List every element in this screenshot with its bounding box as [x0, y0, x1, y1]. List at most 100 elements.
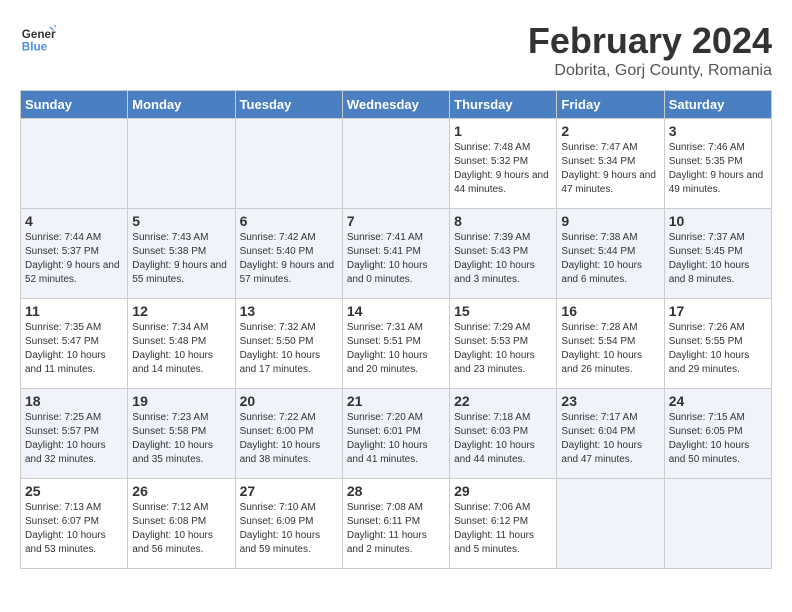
table-row: 16Sunrise: 7:28 AM Sunset: 5:54 PM Dayli…	[557, 299, 664, 389]
table-row: 6Sunrise: 7:42 AM Sunset: 5:40 PM Daylig…	[235, 209, 342, 299]
table-row: 12 Sunrise: 7:34 AM Sunset: 5:48 PM Dayli…	[128, 299, 235, 389]
day-number: 3	[669, 123, 767, 139]
day-info: Sunrise: 7:20 AM Sunset: 6:01 PM Dayligh…	[347, 411, 445, 467]
header: General Blue February 2024 Dobrita, Gorj…	[20, 20, 772, 80]
day-info: Sunrise: 7:22 AM Sunset: 6:00 PM Dayligh…	[240, 411, 338, 467]
col-monday: Monday	[128, 91, 235, 119]
table-row: 7 Sunrise: 7:41 AM Sunset: 5:41 PM Daylig…	[342, 209, 449, 299]
day-number: 8	[454, 213, 552, 229]
table-row: 4 Sunrise: 7:44 AM Sunset: 5:37 PM Daylig…	[21, 209, 128, 299]
day-info: Sunrise: 7:47 AM Sunset: 5:34 PM Dayligh…	[561, 141, 659, 197]
svg-text:Blue: Blue	[22, 41, 48, 54]
table-row: 1Sunrise: 7:48 AM Sunset: 5:32 PM Daylig…	[450, 119, 557, 209]
week-row-2: 4 Sunrise: 7:44 AM Sunset: 5:37 PM Daylig…	[21, 209, 772, 299]
col-friday: Friday	[557, 91, 664, 119]
week-row-5: 25 Sunrise: 7:13 AM Sunset: 6:07 PM Dayli…	[21, 479, 772, 569]
table-row: 11 Sunrise: 7:35 AM Sunset: 5:47 PM Dayli…	[21, 299, 128, 389]
day-number: 28	[347, 483, 445, 499]
table-row: 19 Sunrise: 7:23 AM Sunset: 5:58 PM Dayli…	[128, 389, 235, 479]
day-info: Sunrise: 7:06 AM Sunset: 6:12 PM Dayligh…	[454, 501, 552, 557]
table-row: 28 Sunrise: 7:08 AM Sunset: 6:11 PM Dayli…	[342, 479, 449, 569]
day-number: 15	[454, 303, 552, 319]
day-number: 24	[669, 393, 767, 409]
day-number: 14	[347, 303, 445, 319]
logo: General Blue	[20, 20, 56, 56]
logo-icon: General Blue	[20, 20, 56, 56]
day-number: 4	[25, 213, 123, 229]
col-saturday: Saturday	[664, 91, 771, 119]
table-row: 17 Sunrise: 7:26 AM Sunset: 5:55 PM Dayli…	[664, 299, 771, 389]
day-info: Sunrise: 7:10 AM Sunset: 6:09 PM Dayligh…	[240, 501, 338, 557]
day-info: Sunrise: 7:39 AM Sunset: 5:43 PM Dayligh…	[454, 231, 552, 287]
day-number: 1	[454, 123, 552, 139]
day-info: Sunrise: 7:18 AM Sunset: 6:03 PM Dayligh…	[454, 411, 552, 467]
day-info: Sunrise: 7:13 AM Sunset: 6:07 PM Dayligh…	[25, 501, 123, 557]
table-row	[557, 479, 664, 569]
table-row: 27 Sunrise: 7:10 AM Sunset: 6:09 PM Dayli…	[235, 479, 342, 569]
table-row: 5Sunrise: 7:43 AM Sunset: 5:38 PM Daylig…	[128, 209, 235, 299]
day-info: Sunrise: 7:29 AM Sunset: 5:53 PM Dayligh…	[454, 321, 552, 377]
day-info: Sunrise: 7:32 AM Sunset: 5:50 PM Dayligh…	[240, 321, 338, 377]
table-row	[128, 119, 235, 209]
day-number: 18	[25, 393, 123, 409]
day-info: Sunrise: 7:15 AM Sunset: 6:05 PM Dayligh…	[669, 411, 767, 467]
day-number: 7	[347, 213, 445, 229]
table-row	[21, 119, 128, 209]
table-row: 3Sunrise: 7:46 AM Sunset: 5:35 PM Daylig…	[664, 119, 771, 209]
day-info: Sunrise: 7:35 AM Sunset: 5:47 PM Dayligh…	[25, 321, 123, 377]
table-row: 23 Sunrise: 7:17 AM Sunset: 6:04 PM Dayli…	[557, 389, 664, 479]
col-sunday: Sunday	[21, 91, 128, 119]
week-row-4: 18Sunrise: 7:25 AM Sunset: 5:57 PM Dayli…	[21, 389, 772, 479]
day-number: 16	[561, 303, 659, 319]
calendar-table: Sunday Monday Tuesday Wednesday Thursday…	[20, 90, 772, 569]
table-row: 2 Sunrise: 7:47 AM Sunset: 5:34 PM Daylig…	[557, 119, 664, 209]
day-info: Sunrise: 7:38 AM Sunset: 5:44 PM Dayligh…	[561, 231, 659, 287]
col-thursday: Thursday	[450, 91, 557, 119]
title-area: February 2024 Dobrita, Gorj County, Roma…	[528, 20, 772, 80]
table-row: 24 Sunrise: 7:15 AM Sunset: 6:05 PM Dayli…	[664, 389, 771, 479]
day-number: 25	[25, 483, 123, 499]
day-info: Sunrise: 7:34 AM Sunset: 5:48 PM Dayligh…	[132, 321, 230, 377]
day-info: Sunrise: 7:17 AM Sunset: 6:04 PM Dayligh…	[561, 411, 659, 467]
table-row: 15 Sunrise: 7:29 AM Sunset: 5:53 PM Dayli…	[450, 299, 557, 389]
day-info: Sunrise: 7:12 AM Sunset: 6:08 PM Dayligh…	[132, 501, 230, 557]
table-row	[235, 119, 342, 209]
day-number: 12	[132, 303, 230, 319]
table-row: 8 Sunrise: 7:39 AM Sunset: 5:43 PM Daylig…	[450, 209, 557, 299]
day-info: Sunrise: 7:26 AM Sunset: 5:55 PM Dayligh…	[669, 321, 767, 377]
table-row: 22Sunrise: 7:18 AM Sunset: 6:03 PM Dayli…	[450, 389, 557, 479]
day-info: Sunrise: 7:08 AM Sunset: 6:11 PM Dayligh…	[347, 501, 445, 557]
table-row: 13 Sunrise: 7:32 AM Sunset: 5:50 PM Dayli…	[235, 299, 342, 389]
day-number: 29	[454, 483, 552, 499]
table-row	[342, 119, 449, 209]
day-info: Sunrise: 7:44 AM Sunset: 5:37 PM Dayligh…	[25, 231, 123, 287]
day-info: Sunrise: 7:41 AM Sunset: 5:41 PM Dayligh…	[347, 231, 445, 287]
day-info: Sunrise: 7:31 AM Sunset: 5:51 PM Dayligh…	[347, 321, 445, 377]
day-info: Sunrise: 7:23 AM Sunset: 5:58 PM Dayligh…	[132, 411, 230, 467]
table-row: 20 Sunrise: 7:22 AM Sunset: 6:00 PM Dayli…	[235, 389, 342, 479]
day-number: 19	[132, 393, 230, 409]
day-info: Sunrise: 7:37 AM Sunset: 5:45 PM Dayligh…	[669, 231, 767, 287]
week-row-3: 11 Sunrise: 7:35 AM Sunset: 5:47 PM Dayli…	[21, 299, 772, 389]
day-number: 27	[240, 483, 338, 499]
day-number: 2	[561, 123, 659, 139]
table-row: 10 Sunrise: 7:37 AM Sunset: 5:45 PM Dayli…	[664, 209, 771, 299]
col-tuesday: Tuesday	[235, 91, 342, 119]
day-number: 6	[240, 213, 338, 229]
day-number: 11	[25, 303, 123, 319]
calendar-subtitle: Dobrita, Gorj County, Romania	[528, 62, 772, 80]
day-number: 5	[132, 213, 230, 229]
day-number: 9	[561, 213, 659, 229]
day-number: 21	[347, 393, 445, 409]
table-row: 14 Sunrise: 7:31 AM Sunset: 5:51 PM Dayli…	[342, 299, 449, 389]
day-number: 13	[240, 303, 338, 319]
day-number: 17	[669, 303, 767, 319]
day-number: 10	[669, 213, 767, 229]
col-wednesday: Wednesday	[342, 91, 449, 119]
table-row: 26Sunrise: 7:12 AM Sunset: 6:08 PM Dayli…	[128, 479, 235, 569]
table-row: 9 Sunrise: 7:38 AM Sunset: 5:44 PM Daylig…	[557, 209, 664, 299]
calendar-title: February 2024	[528, 20, 772, 62]
calendar-header-row: Sunday Monday Tuesday Wednesday Thursday…	[21, 91, 772, 119]
day-number: 23	[561, 393, 659, 409]
day-number: 20	[240, 393, 338, 409]
